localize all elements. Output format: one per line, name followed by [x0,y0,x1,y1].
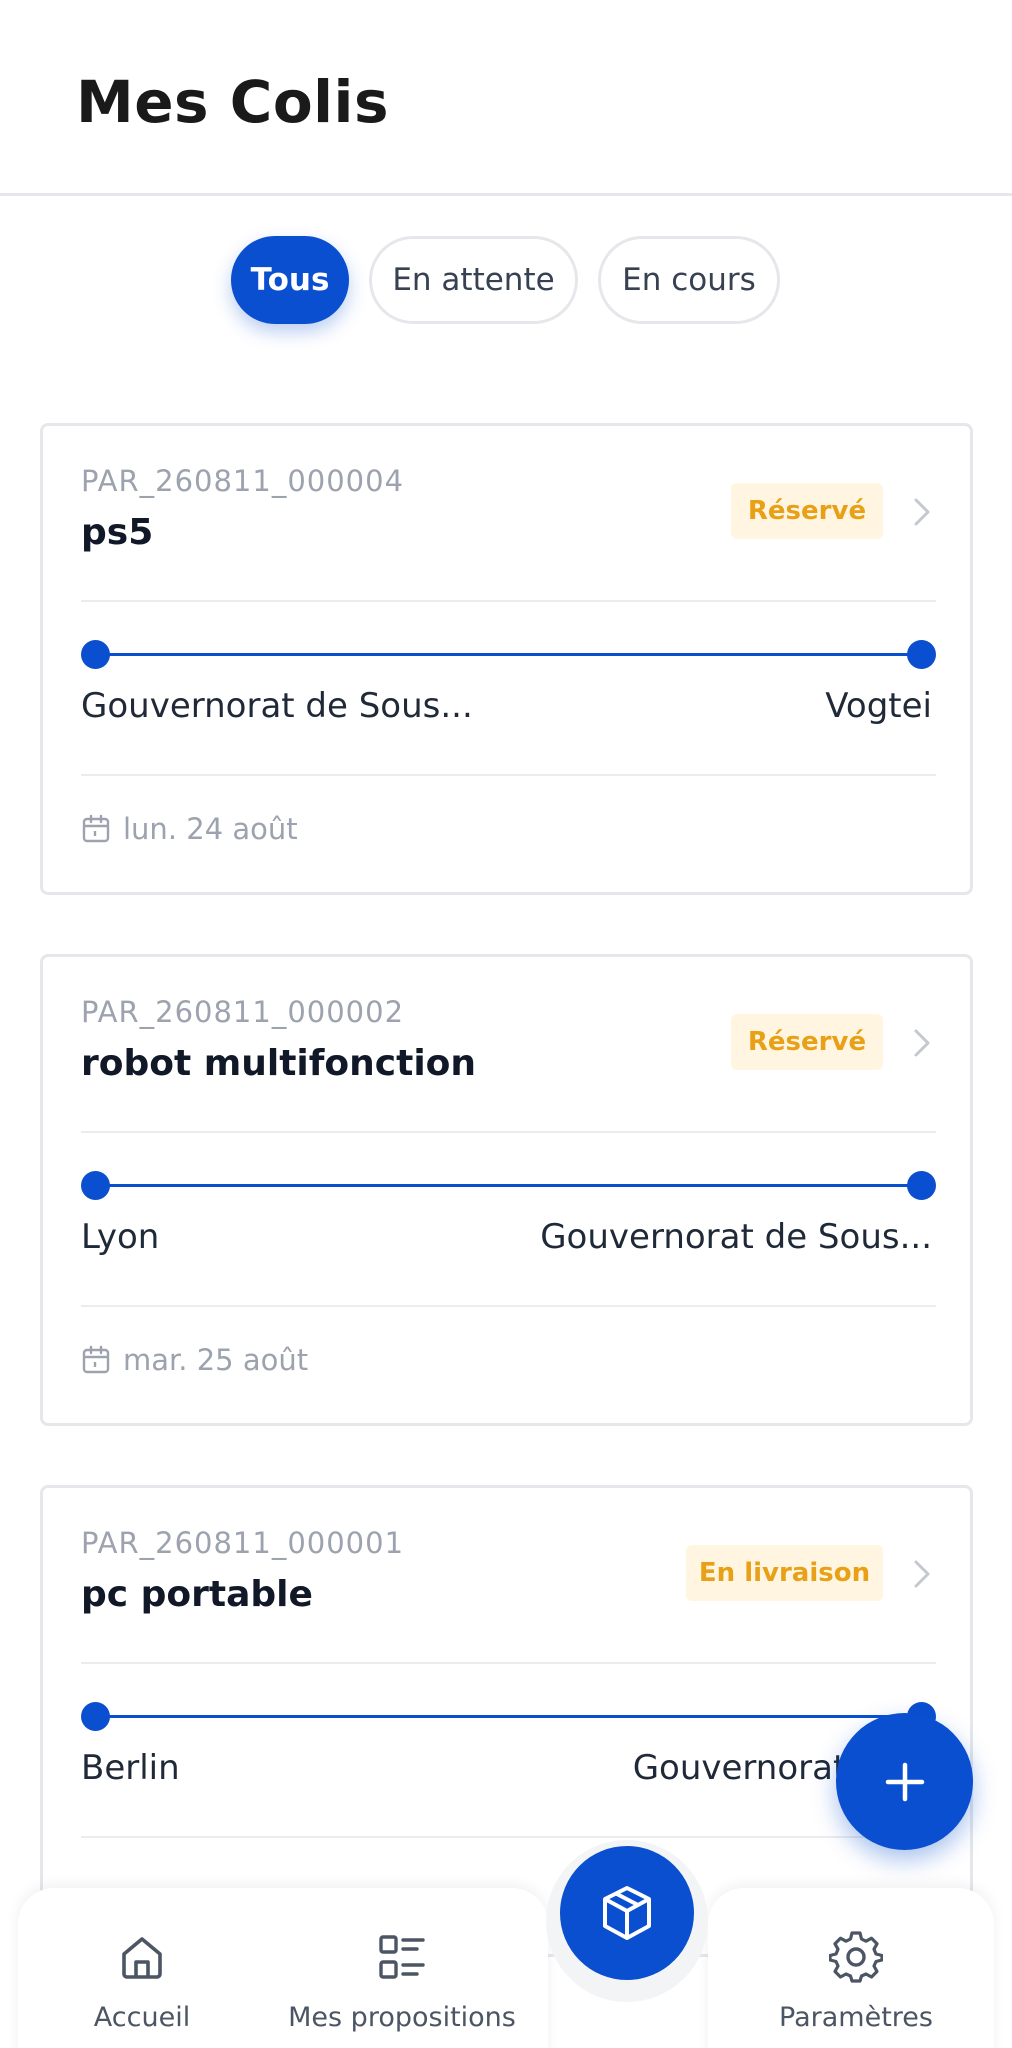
bottom-nav: Accueil Mes propositions Paramètres [18,1888,994,2048]
nav-label-proposals: Mes propositions [288,2002,516,2033]
card-divider [81,600,936,602]
chevron-right-icon[interactable] [907,494,937,530]
app-header: Mes Colis [0,0,1012,196]
calendar-icon [82,814,110,843]
origin-city: Gouvernorat de Sous... [81,686,473,726]
route-start-dot [81,1171,110,1200]
gear-icon [829,1931,883,1983]
route-track [95,653,922,656]
plus-icon [885,1762,924,1801]
chevron-right-icon[interactable] [907,1556,937,1592]
card-divider [81,1305,936,1307]
card-divider [81,1131,936,1133]
parcel-name: ps5 [81,512,154,553]
route-track [95,1715,922,1718]
parcel-name: robot multifonction [81,1043,477,1084]
route-start-dot [81,1702,110,1731]
calendar-icon [82,1345,110,1374]
date-row: mar. 25 août [81,1343,308,1377]
home-icon [122,1937,162,1979]
nav-item-settings[interactable]: Paramètres [738,1888,974,2048]
nav-label-settings: Paramètres [779,2002,933,2033]
status-badge: Réservé [731,1014,883,1070]
my-parcels-button[interactable] [560,1846,694,1980]
card-divider [81,1662,936,1664]
route-track [95,1184,922,1187]
card-divider [81,1836,936,1838]
parcel-card[interactable]: PAR_260811_000004 ps5 Réservé Gouvernora… [40,423,973,895]
status-badge: En livraison [686,1545,883,1601]
page-title: Mes Colis [76,68,389,136]
route-start-dot [81,640,110,669]
add-parcel-button[interactable] [836,1713,973,1850]
box-icon [603,1886,651,1940]
parcel-ref: PAR_260811_000004 [81,464,405,498]
card-divider [81,774,936,776]
chevron-right-icon[interactable] [907,1025,937,1061]
status-badge: Réservé [731,483,883,539]
destination-city: Vogtei [825,686,932,726]
list-icon [379,1935,425,1979]
route-line [81,1171,936,1201]
parcel-card[interactable]: PAR_260811_000002 robot multifonction Ré… [40,954,973,1426]
nav-item-proposals[interactable]: Mes propositions [256,1888,548,2048]
origin-city: Berlin [81,1748,180,1788]
parcel-card[interactable]: PAR_260811_000001 pc portable En livrais… [40,1485,973,1957]
parcel-name: pc portable [81,1574,313,1615]
nav-label-home: Accueil [93,2002,191,2033]
route-end-dot [907,1171,936,1200]
route-line [81,640,936,670]
filter-tabs: Tous En attente En cours [0,236,1012,324]
filter-pending[interactable]: En attente [369,236,578,324]
pickup-date: lun. 24 août [123,812,298,846]
route-end-dot [907,640,936,669]
origin-city: Lyon [81,1217,160,1257]
pickup-date: mar. 25 août [123,1343,309,1377]
parcel-ref: PAR_260811_000002 [81,995,405,1029]
route-line [81,1702,936,1732]
parcel-ref: PAR_260811_000001 [81,1526,405,1560]
filter-in-progress[interactable]: En cours [598,236,780,324]
filter-all[interactable]: Tous [231,236,349,324]
nav-item-home[interactable]: Accueil [18,1888,266,2048]
date-row: lun. 24 août [81,812,298,846]
destination-city: Gouvernorat de Sous... [540,1217,932,1257]
